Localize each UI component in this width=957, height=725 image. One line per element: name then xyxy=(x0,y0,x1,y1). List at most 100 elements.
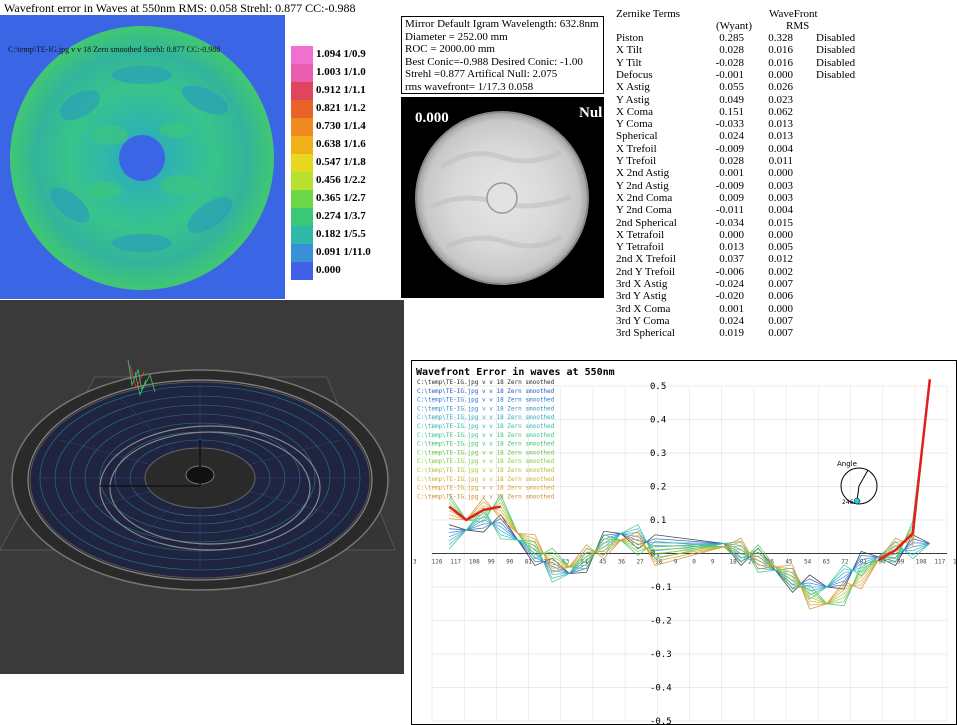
zernike-rms-value: 0.016 xyxy=(768,44,793,57)
zernike-wyant-value: -0.028 xyxy=(715,56,744,69)
legend-entry: C:\temp\TE-IG.jpg v v 18 Zern smoothed xyxy=(417,467,555,474)
zernike-status[interactable]: Disabled xyxy=(816,44,855,56)
zernike-rms-value: 0.003 xyxy=(768,179,793,192)
zernike-term-name: X 2nd Coma xyxy=(616,191,673,204)
legend-entry: C:\temp\TE-IG.jpg v v 18 Zern smoothed xyxy=(417,458,555,465)
legend-entry: C:\temp\TE-IG.jpg v v 18 Zern smoothed xyxy=(417,432,555,439)
zernike-wyant-value: 0.000 xyxy=(719,228,744,241)
x-tick-label: 63 xyxy=(823,559,831,566)
highlight-series-line xyxy=(877,379,932,562)
3d-surface-view[interactable] xyxy=(0,300,404,674)
zernike-wyant-value: 0.285 xyxy=(719,32,744,44)
window-title: Wavefront error in Waves at 550nm RMS: 0… xyxy=(4,1,356,15)
zernike-rms-value: 0.013 xyxy=(768,118,793,131)
zernike-term-name: X Coma xyxy=(616,105,653,118)
interferogram-graphic xyxy=(415,111,589,285)
zernike-term-name: X Tetrafoil xyxy=(616,228,665,241)
y-tick-label: -0.5 xyxy=(650,717,672,725)
zernike-term-name: 2nd Spherical xyxy=(616,216,677,229)
zernike-rms-value: 0.000 xyxy=(768,302,793,315)
y-tick-label: 0.3 xyxy=(650,449,666,459)
zernike-rms-value: 0.003 xyxy=(768,191,793,204)
legend-swatch xyxy=(291,64,313,82)
zernike-wyant-value: -0.009 xyxy=(715,179,744,192)
zernike-rms-value: 0.005 xyxy=(768,241,793,254)
y-tick-label: 0.4 xyxy=(650,416,666,426)
zernike-wyant-value: 0.001 xyxy=(719,167,744,180)
zernike-term-name: Spherical xyxy=(616,130,658,143)
legend-entry: C:\temp\TE-IG.jpg v v 18 Zern smoothed xyxy=(417,405,555,412)
info-line: Mirror Default Igram Wavelength: 632.8nm xyxy=(405,18,599,30)
zernike-status[interactable]: Disabled xyxy=(816,32,855,44)
x-tick-label: 117 xyxy=(934,559,945,566)
legend-swatch xyxy=(291,136,313,154)
x-tick-label: 0 xyxy=(692,559,696,566)
zernike-wyant-value: -0.006 xyxy=(715,265,744,278)
legend-label: 0.456 1/2.2 xyxy=(316,174,366,186)
info-line: Best Conic=-0.988 Desired Conic: -1.00 xyxy=(405,55,583,68)
y-tick-label: 0.2 xyxy=(650,483,666,493)
x-tick-label: 99 xyxy=(487,559,495,566)
zernike-rms-value: 0.004 xyxy=(768,204,793,217)
zernike-wyant-value: 0.013 xyxy=(719,241,744,254)
legend-entry: C:\temp\TE-IG.jpg v v 18 Zern smoothed xyxy=(417,379,555,386)
zernike-rms-value: 0.328 xyxy=(768,32,793,44)
legend-entry: C:\temp\TE-IG.jpg v v 18 Zern smoothed xyxy=(417,476,555,483)
legend-entry: C:\temp\TE-IG.jpg v v 18 Zern smoothed xyxy=(417,441,555,448)
x-tick-label: 126 xyxy=(432,559,443,566)
info-line: Strehl =0.877 Artifical Null: 2.075 xyxy=(405,68,558,81)
info-line: rms wavefront= 1/17.3 0.058 xyxy=(405,80,534,93)
angle-handle-icon[interactable] xyxy=(853,497,861,505)
zernike-status[interactable]: Disabled xyxy=(816,57,855,69)
zernike-term-name: Y Tetrafoil xyxy=(616,241,664,254)
interferogram-view[interactable]: 0.000 Nul xyxy=(401,97,604,298)
zernike-term-name: 3rd Y Coma xyxy=(616,314,670,327)
zernike-rms-value: 0.000 xyxy=(768,228,793,241)
zernike-status[interactable]: Disabled xyxy=(816,69,855,81)
legend-swatch xyxy=(291,172,313,190)
zernike-rms-value: 0.000 xyxy=(768,167,793,180)
zernike-wyant-value: 0.028 xyxy=(719,155,744,167)
angle-widget[interactable]: Angle 246 xyxy=(837,460,878,506)
info-line: Diameter = 252.00 mm xyxy=(405,30,508,43)
zernike-wyant-value: 0.037 xyxy=(719,253,744,266)
legend-swatch xyxy=(291,100,313,118)
legend-swatch xyxy=(291,262,313,280)
y-tick-label: -0.1 xyxy=(650,583,672,593)
zernike-wyant-value: 0.009 xyxy=(719,191,744,204)
legend-label: 0.912 1/1.1 xyxy=(316,84,366,96)
y-tick-label: -0.3 xyxy=(650,650,672,660)
y-tick-label: 0.5 xyxy=(650,382,666,392)
null-label: Nul xyxy=(579,105,603,121)
zernike-term-name: Y Astig xyxy=(616,93,650,106)
legend-label: 0.547 1/1.8 xyxy=(316,156,366,168)
zernike-rms-value: 0.006 xyxy=(768,290,793,303)
rms-header: RMS xyxy=(786,20,810,32)
zernike-term-name: 3rd Spherical xyxy=(616,327,675,340)
x-tick-label: 108 xyxy=(469,559,480,566)
interferogram-center xyxy=(486,182,518,214)
x-tick-label: 126 xyxy=(953,559,957,566)
wavefront-header: WaveFront xyxy=(769,8,818,20)
y-tick-label: 0.1 xyxy=(650,516,666,526)
legend-swatch xyxy=(291,190,313,208)
x-tick-label: 108 xyxy=(916,559,927,566)
profile-title: Wavefront Error in waves at 550nm xyxy=(416,366,615,378)
wavefront-profile-chart[interactable]: Wavefront Error in waves at 550nm 0.5 0.4… xyxy=(411,360,957,725)
zernike-rms-value: 0.016 xyxy=(768,56,793,69)
y-tick-label: -0.2 xyxy=(650,617,672,627)
legend-entry: C:\temp\TE-IG.jpg v v 18 Zern smoothed xyxy=(417,397,555,404)
zernike-wyant-value: -0.001 xyxy=(715,68,744,81)
wavefront-contour-map[interactable]: C:\temp\TE-IG.jpg v v 18 Zern smoothed S… xyxy=(0,15,285,299)
legend-entry: C:\temp\TE-IG.jpg v v 18 Zern smoothed xyxy=(417,414,555,421)
zernike-rms-value: 0.000 xyxy=(768,68,793,81)
zernike-wyant-value: 0.024 xyxy=(719,314,744,327)
profile-legend: C:\temp\TE-IG.jpg v v 18 Zern smoothedC:… xyxy=(417,379,555,500)
legend-label: 0.091 1/11.0 xyxy=(316,246,371,258)
legend-entry: C:\temp\TE-IG.jpg v v 18 Zern smoothed xyxy=(417,423,555,430)
zernike-term-name: Y Coma xyxy=(616,118,653,131)
legend-entry: C:\temp\TE-IG.jpg v v 18 Zern smoothed xyxy=(417,388,555,395)
legend-swatch xyxy=(291,46,313,64)
zernike-term-name: X Astig xyxy=(616,81,650,94)
x-tick-label: 117 xyxy=(450,559,461,566)
